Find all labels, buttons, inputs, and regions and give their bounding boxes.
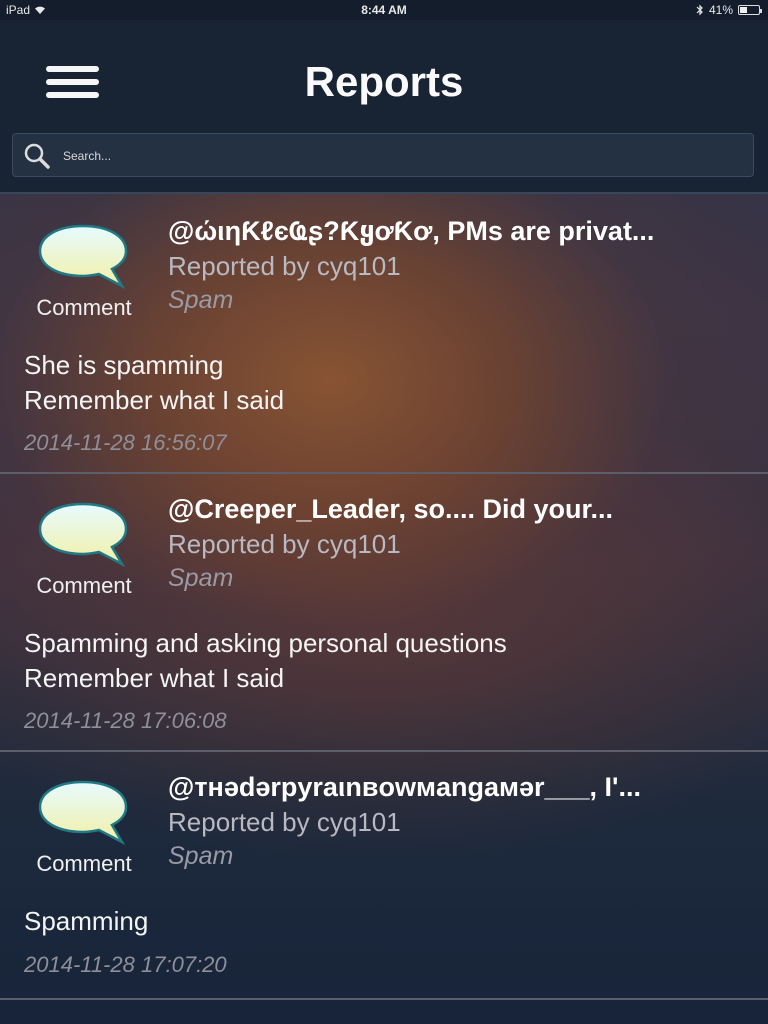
report-item[interactable]: Comment @тнədərpyraιnвowмangaмər___, I'.… xyxy=(0,752,768,1000)
page-title: Reports xyxy=(304,58,464,105)
report-type-badge: Comment xyxy=(24,500,144,600)
report-body-line: Remember what I said xyxy=(24,385,285,415)
report-reporter: Reported by cyq101 xyxy=(168,251,401,281)
report-body: She is spamming Remember what I said xyxy=(24,348,744,418)
report-item[interactable]: Comment @Creeper_Leader, so.... Did your… xyxy=(0,474,768,752)
battery-icon xyxy=(738,5,762,15)
report-body-line: Spamming and asking personal questions xyxy=(24,628,507,658)
battery-fill xyxy=(740,7,747,13)
navigation-bar: Reports xyxy=(0,20,768,194)
report-type-label: Comment xyxy=(36,851,132,876)
report-body: Spamming xyxy=(24,904,744,939)
report-body-line: She is spamming xyxy=(24,350,224,380)
speech-bubble-icon xyxy=(38,780,128,846)
report-reporter: Reported by cyq101 xyxy=(168,807,401,837)
report-list: Comment @ώιηƘℓєҨʂ?ƘყơƘơ, PMs are privat.… xyxy=(0,196,768,1000)
battery-percent: 41% xyxy=(708,3,733,17)
report-title: @ώιηƘℓєҨʂ?ƘყơƘơ, PMs are privat... xyxy=(168,216,655,246)
report-title: @Creeper_Leader, so.... Did your... xyxy=(168,494,613,524)
speech-bubble-icon xyxy=(38,502,128,568)
report-type-label: Comment xyxy=(36,295,132,320)
report-item[interactable]: Comment @ώιηƘℓєҨʂ?ƘყơƘơ, PMs are privat.… xyxy=(0,196,768,474)
status-right: 41% xyxy=(696,3,762,17)
search-icon xyxy=(24,143,50,169)
report-reporter: Reported by cyq101 xyxy=(168,529,401,559)
report-category: Spam xyxy=(168,286,234,314)
report-category: Spam xyxy=(168,842,234,870)
report-body-line: Spamming xyxy=(24,906,149,936)
report-type-badge: Comment xyxy=(24,778,144,878)
report-title: @тнədərpyraιnвowмangaмər___, I'... xyxy=(168,772,641,802)
report-body: Spamming and asking personal questions R… xyxy=(24,626,744,696)
battery-cap xyxy=(760,9,762,13)
report-category: Spam xyxy=(168,564,234,592)
search-input[interactable] xyxy=(61,144,725,168)
report-body-line: Remember what I said xyxy=(24,663,285,693)
status-time: 8:44 AM xyxy=(361,3,407,17)
report-timestamp: 2014-11-28 17:07:20 xyxy=(24,952,227,977)
report-timestamp: 2014-11-28 16:56:07 xyxy=(24,430,227,455)
report-type-label: Comment xyxy=(36,573,132,598)
report-type-badge: Comment xyxy=(24,222,144,322)
report-timestamp: 2014-11-28 17:06:08 xyxy=(24,708,227,733)
bluetooth-icon xyxy=(696,4,703,16)
status-bar: iPad 8:44 AM 41% xyxy=(0,0,768,20)
speech-bubble-icon xyxy=(38,224,128,290)
search-bar[interactable] xyxy=(12,133,754,177)
